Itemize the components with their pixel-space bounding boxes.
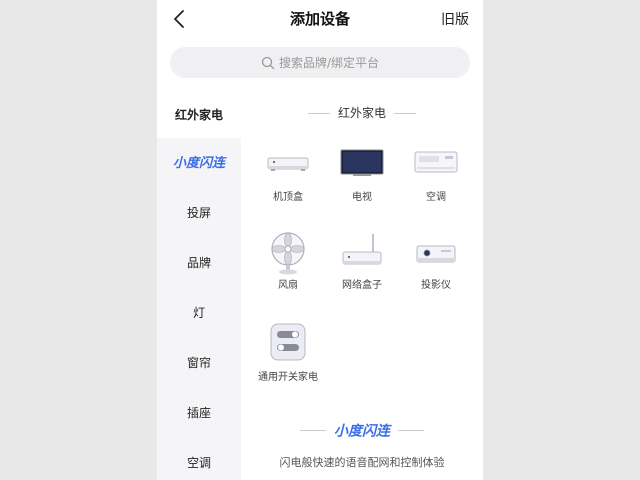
- air-conditioner-icon: [414, 151, 458, 173]
- search-area: 搜索品牌/绑定平台: [157, 38, 483, 90]
- device-set-top-box[interactable]: 机顶盒: [253, 146, 323, 226]
- promo-subtitle: 闪电般快速的语音配网和控制体验: [279, 456, 445, 469]
- sidebar-item-socket[interactable]: 插座: [157, 388, 241, 438]
- search-placeholder: 搜索品牌/绑定平台: [278, 56, 380, 70]
- sidebar-item-screen-cast[interactable]: 投屏: [157, 188, 241, 238]
- device-network-box[interactable]: 网络盒子: [327, 230, 397, 310]
- fan-icon: [271, 232, 305, 275]
- projector-icon: [416, 245, 456, 263]
- switch-icon: [270, 323, 306, 361]
- xiaodu-flash-logo: 小度闪连: [172, 156, 225, 171]
- device-universal-switch[interactable]: 通用开关家电: [253, 320, 323, 400]
- sidebar-item-curtain[interactable]: 窗帘: [157, 338, 241, 388]
- sidebar-item-light[interactable]: 灯: [157, 288, 241, 338]
- sidebar-item-brand[interactable]: 品牌: [157, 238, 241, 288]
- device-content: 红外家电 机顶盒 电视 空调 风扇 网络盒子 投影仪 通用开关家电 小度闪连 闪…: [241, 90, 483, 480]
- device-projector[interactable]: 投影仪: [401, 230, 471, 310]
- phone-screen: 添加设备 旧版 搜索品牌/绑定平台 红外家电 小度闪连 投屏 品牌 灯 窗帘 插…: [157, 0, 483, 480]
- promo-title: 小度闪连: [241, 420, 483, 441]
- xiaodu-flash-promo-logo: 小度闪连: [334, 423, 390, 440]
- sidebar-item-xiaodu-flash[interactable]: 小度闪连: [157, 138, 241, 188]
- section-title: 红外家电: [241, 104, 483, 121]
- search-icon: [261, 56, 275, 69]
- sidebar-item-ir-appliances[interactable]: 红外家电: [157, 90, 241, 140]
- search-input[interactable]: 搜索品牌/绑定平台: [170, 47, 470, 78]
- old-version-button[interactable]: 旧版: [441, 9, 469, 29]
- device-tv[interactable]: 电视: [327, 146, 397, 226]
- device-air-conditioner[interactable]: 空调: [401, 146, 471, 226]
- network-box-icon: [342, 234, 382, 265]
- page-title: 添加设备: [289, 10, 350, 28]
- tv-icon: [340, 149, 384, 176]
- set-top-box-icon: [267, 157, 309, 171]
- device-fan[interactable]: 风扇: [253, 230, 323, 310]
- category-sidebar: 红外家电 小度闪连 投屏 品牌 灯 窗帘 插座 空调: [157, 90, 241, 480]
- top-bar: 添加设备 旧版: [157, 0, 483, 38]
- sidebar-item-air-conditioner[interactable]: 空调: [157, 438, 241, 480]
